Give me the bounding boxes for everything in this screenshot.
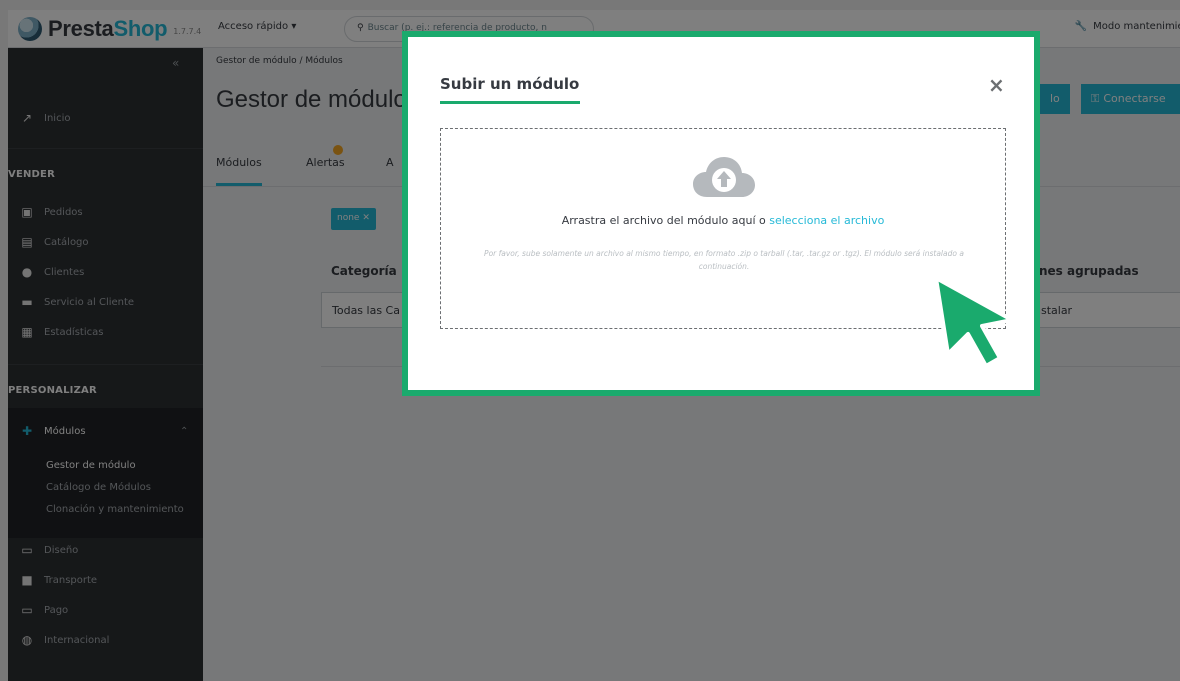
close-icon[interactable]: × <box>988 75 1005 95</box>
title-underline <box>440 101 580 104</box>
cursor-pointer-icon <box>934 276 1014 368</box>
upload-hint: Por favor, sube solamente un archivo al … <box>484 249 964 271</box>
modal-title: Subir un módulo <box>440 75 580 93</box>
file-dropzone[interactable]: Arrastra el archivo del módulo aquí o se… <box>440 128 1006 329</box>
cloud-upload-icon <box>693 157 755 197</box>
drop-instruction: Arrastra el archivo del módulo aquí o <box>561 214 770 227</box>
select-file-link[interactable]: selecciona el archivo <box>769 214 884 227</box>
